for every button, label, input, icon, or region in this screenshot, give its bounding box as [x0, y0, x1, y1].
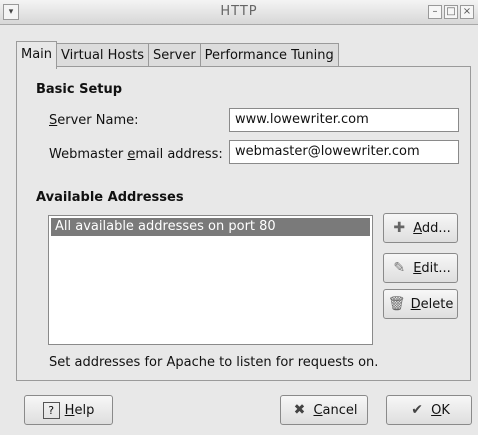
- cancel-button-label: Cancel: [313, 402, 358, 418]
- close-icon: ×: [462, 6, 472, 17]
- ok-button[interactable]: ✔ OK: [386, 395, 472, 425]
- tab-server[interactable]: Server: [148, 43, 201, 68]
- webmaster-email-field[interactable]: webmaster@lowewriter.com: [229, 140, 459, 164]
- tab-performance-tuning[interactable]: Performance Tuning: [199, 43, 339, 68]
- delete-button[interactable]: 🗑 Delete: [383, 289, 458, 319]
- trash-icon: 🗑: [387, 296, 406, 312]
- tab-virtual-hosts[interactable]: Virtual Hosts: [56, 43, 150, 68]
- server-name-field[interactable]: www.lowewriter.com: [229, 108, 459, 132]
- window-title: HTTP: [220, 4, 258, 19]
- minimize-button[interactable]: –: [428, 5, 442, 19]
- add-button[interactable]: ✚ Add...: [383, 213, 458, 243]
- help-button[interactable]: ? Help: [24, 395, 113, 425]
- available-addresses-heading: Available Addresses: [36, 190, 184, 205]
- tab-bar: Main Virtual Hosts Server Performance Tu…: [16, 41, 339, 69]
- minimize-icon: –: [432, 6, 438, 17]
- delete-button-label: Delete: [410, 296, 454, 312]
- webmaster-email-label: Webmaster email address:: [49, 147, 223, 162]
- edit-button-label: Edit...: [413, 260, 451, 276]
- addresses-hint: Set addresses for Apache to listen for r…: [49, 355, 379, 370]
- basic-setup-heading: Basic Setup: [36, 82, 123, 97]
- maximize-icon: □: [446, 6, 456, 17]
- checkmark-icon: ✔: [411, 402, 423, 418]
- title-bar: ▾ HTTP – □ ×: [0, 0, 478, 25]
- help-button-label: Help: [64, 402, 95, 418]
- address-list[interactable]: All available addresses on port 80: [48, 215, 373, 345]
- pencil-icon: ✎: [393, 260, 406, 276]
- list-item[interactable]: All available addresses on port 80: [51, 218, 370, 236]
- edit-button[interactable]: ✎ Edit...: [383, 253, 458, 283]
- cancel-icon: ✖: [293, 402, 306, 418]
- maximize-button[interactable]: □: [444, 5, 458, 19]
- cancel-button[interactable]: ✖ Cancel: [280, 395, 368, 425]
- close-button[interactable]: ×: [460, 5, 474, 19]
- add-icon: ✚: [393, 220, 406, 236]
- main-panel: Basic Setup Server Name: www.lowewriter.…: [16, 66, 471, 381]
- help-icon: ?: [42, 401, 60, 419]
- tab-main[interactable]: Main: [16, 41, 58, 69]
- add-button-label: Add...: [413, 220, 451, 236]
- ok-button-label: OK: [431, 402, 450, 418]
- server-name-label: Server Name:: [49, 113, 139, 128]
